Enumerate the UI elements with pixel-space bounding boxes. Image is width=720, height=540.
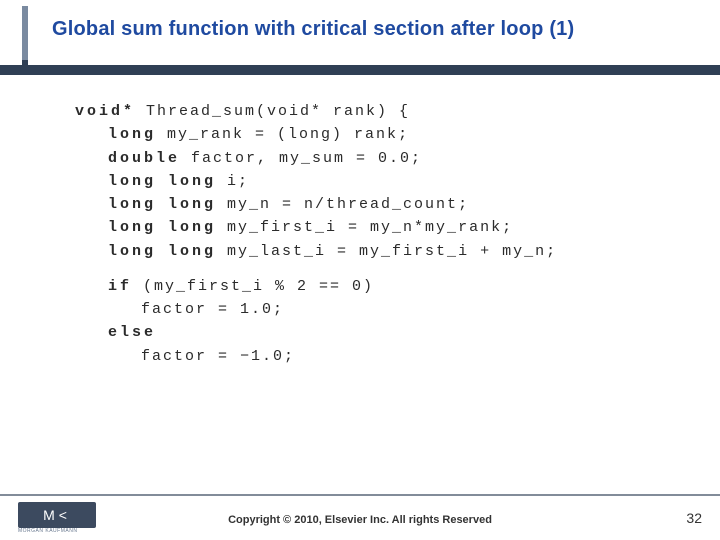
footer: M< MORGAN KAUFMANN Copyright © 2010, Els… xyxy=(0,496,720,540)
code-text: my_n = n/thread_count; xyxy=(216,196,469,213)
code-keyword: long xyxy=(108,126,156,143)
code-block: void* Thread_sum(void* rank) { long my_r… xyxy=(75,100,660,368)
ornament-horizontal-bar xyxy=(0,65,720,75)
code-keyword: long long xyxy=(108,219,216,236)
code-line: if (my_first_i % 2 == 0) xyxy=(75,275,660,298)
code-line: long my_rank = (long) rank; xyxy=(75,123,660,146)
slide: Global sum function with critical sectio… xyxy=(0,0,720,540)
code-line: long long my_n = n/thread_count; xyxy=(75,193,660,216)
code-text: Thread_sum(void* rank) { xyxy=(135,103,410,120)
ornament-joint xyxy=(22,60,28,65)
code-keyword: if xyxy=(108,278,132,295)
code-line: long long i; xyxy=(75,170,660,193)
page-number: 32 xyxy=(686,510,702,526)
code-line: factor = −1.0; xyxy=(75,345,660,368)
code-text: my_rank = (long) rank; xyxy=(156,126,409,143)
code-line: void* Thread_sum(void* rank) { xyxy=(75,100,660,123)
copyright-text: Copyright © 2010, Elsevier Inc. All righ… xyxy=(0,514,720,526)
code-keyword: long long xyxy=(108,243,216,260)
code-keyword: long long xyxy=(108,196,216,213)
code-line: factor = 1.0; xyxy=(75,298,660,321)
code-line: else xyxy=(75,321,660,344)
code-keyword: double xyxy=(108,150,180,167)
code-keyword: void* xyxy=(75,103,135,120)
code-line: double factor, my_sum = 0.0; xyxy=(75,147,660,170)
ornament-vertical-bar xyxy=(22,6,28,66)
code-line: long long my_first_i = my_n*my_rank; xyxy=(75,216,660,239)
slide-title: Global sum function with critical sectio… xyxy=(52,18,700,41)
code-text: factor = −1.0; xyxy=(75,348,295,365)
code-text: factor, my_sum = 0.0; xyxy=(180,150,422,167)
code-line: long long my_last_i = my_first_i + my_n; xyxy=(75,240,660,263)
code-text: factor = 1.0; xyxy=(75,301,284,318)
code-text: my_first_i = my_n*my_rank; xyxy=(216,219,513,236)
logo-subtext: MORGAN KAUFMANN xyxy=(18,528,77,534)
code-text: my_last_i = my_first_i + my_n; xyxy=(216,243,557,260)
code-text: (my_first_i % 2 == 0) xyxy=(132,278,374,295)
blank-line xyxy=(75,263,660,275)
code-keyword: long long xyxy=(108,173,216,190)
code-text: i; xyxy=(216,173,249,190)
code-keyword: else xyxy=(108,324,156,341)
